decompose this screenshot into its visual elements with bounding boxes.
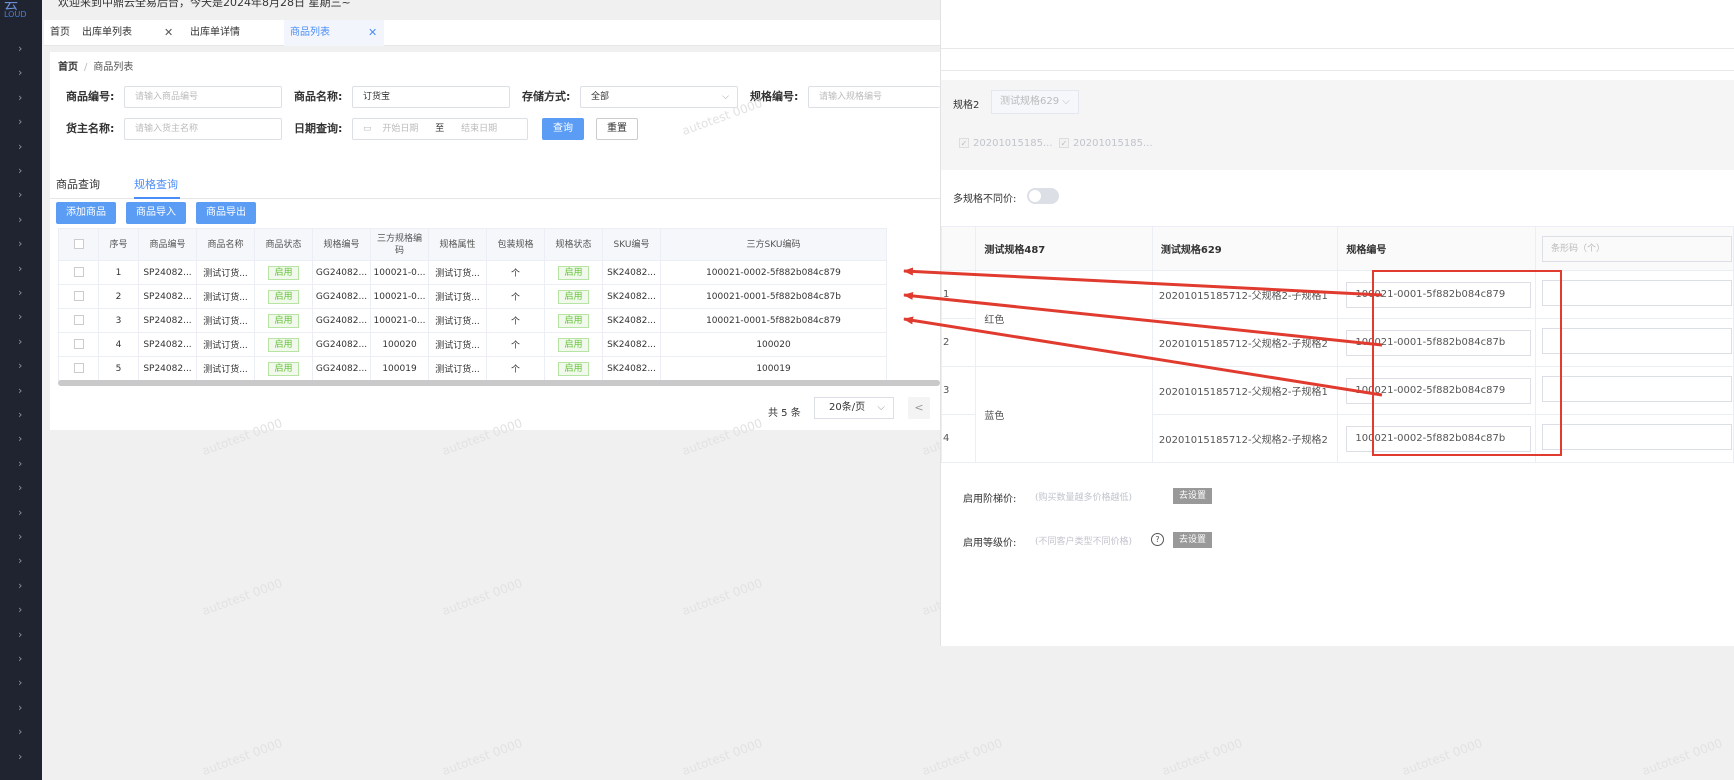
annotation-arrows <box>903 267 1383 397</box>
annotation-arrow-1 <box>903 267 1383 297</box>
annotation-arrow-2 <box>903 291 1383 347</box>
annotation-arrow-3 <box>903 316 1383 397</box>
